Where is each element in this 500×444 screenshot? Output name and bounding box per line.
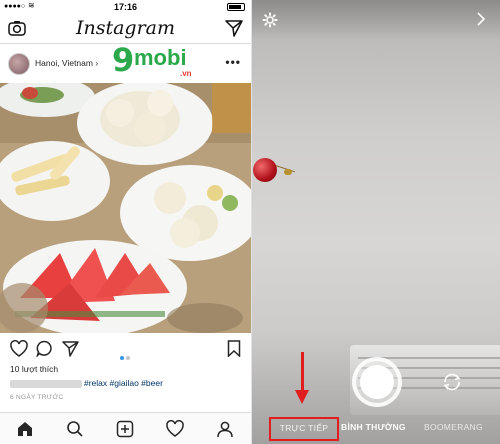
home-icon[interactable] — [16, 420, 34, 438]
pager-dot — [126, 356, 130, 360]
annotation-arrow-head — [295, 390, 309, 404]
username-redacted — [10, 379, 82, 388]
chevron-right-small-icon: › — [95, 58, 99, 68]
app-title-logo: Instagram — [75, 17, 176, 39]
carousel-indicator — [119, 347, 131, 365]
ornament-bow — [284, 169, 292, 175]
annotation-arrow — [301, 352, 304, 392]
flip-camera-icon[interactable] — [441, 372, 463, 392]
feed-header: Instagram — [0, 14, 251, 44]
battery-icon — [227, 3, 245, 11]
likes-count[interactable]: 10 lượt thích — [10, 364, 58, 374]
watermark-vn: .vn — [180, 69, 192, 78]
comment-icon[interactable] — [36, 340, 53, 357]
pager-dot-active — [120, 356, 124, 360]
watermark-logo: 9 mobi .vn — [112, 41, 202, 81]
shutter-button[interactable] — [352, 357, 402, 407]
settings-gear-icon[interactable] — [262, 12, 278, 28]
instagram-feed-screen: ●●●●○ ≋ 17:16 Instagram Hanoi, Vietnam ›… — [0, 0, 251, 444]
mode-live[interactable]: TRỰC TIẾP — [269, 417, 339, 441]
post-caption: #relax #giailao #beer — [10, 378, 163, 388]
mode-boomerang[interactable]: BOOMERANG — [424, 422, 483, 432]
direct-send-icon[interactable] — [225, 19, 243, 37]
location-label[interactable]: Hanoi, Vietnam — [35, 58, 93, 68]
search-icon[interactable] — [66, 420, 84, 438]
share-icon[interactable] — [62, 340, 79, 357]
status-bar: ●●●●○ ≋ 17:16 — [0, 0, 251, 14]
watermark-nine: 9 — [112, 41, 135, 79]
watermark-mobi: mobi — [134, 45, 187, 70]
add-post-icon[interactable] — [116, 420, 134, 438]
camera-screen: TRỰC TIẾP BÌNH THƯỜNG BOOMERANG — [252, 0, 500, 444]
more-icon[interactable]: ••• — [225, 55, 241, 69]
status-time: 17:16 — [113, 2, 138, 12]
bottom-tab-bar — [0, 412, 251, 444]
chevron-right-icon[interactable] — [476, 12, 486, 26]
heart-icon[interactable] — [10, 340, 28, 357]
avatar[interactable] — [8, 53, 30, 75]
bookmark-icon[interactable] — [227, 340, 241, 357]
post-actions — [0, 338, 251, 360]
activity-icon[interactable] — [166, 420, 184, 438]
post-photo[interactable] — [0, 83, 251, 333]
profile-icon[interactable] — [216, 420, 234, 438]
caption-hashtags[interactable]: #relax #giailao #beer — [84, 378, 163, 388]
camera-viewfinder-top — [252, 0, 500, 40]
camera-mode-selector: TRỰC TIẾP BÌNH THƯỜNG BOOMERANG — [252, 414, 500, 444]
post-location[interactable]: Hanoi, Vietnam › — [35, 58, 98, 68]
mode-normal[interactable]: BÌNH THƯỜNG — [341, 422, 406, 432]
post-date: 6 NGÀY TRƯỚC — [10, 394, 64, 401]
